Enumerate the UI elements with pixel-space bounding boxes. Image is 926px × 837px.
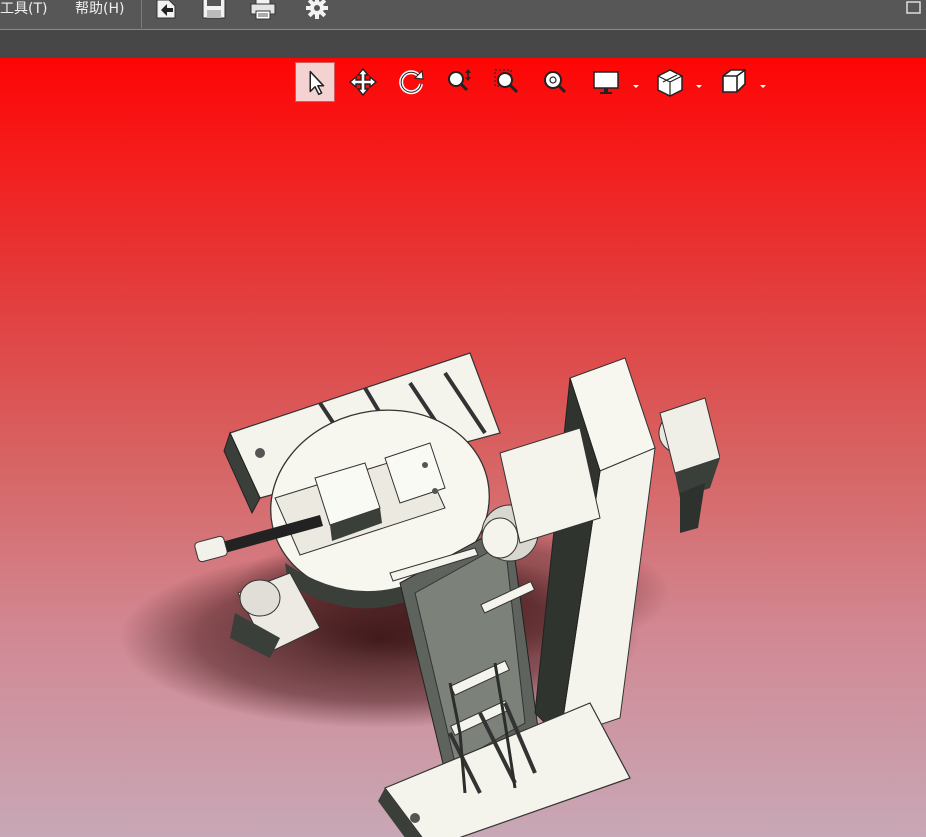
menu-toolbar-bar: 工具(T) 帮助(H) [0,0,926,29]
pan-move-icon[interactable] [343,62,383,102]
zoom-fit-icon[interactable] [535,62,575,102]
save-icon[interactable] [200,0,228,20]
menu-help[interactable]: 帮助(H) [75,0,124,20]
menu-tools[interactable]: 工具(T) [0,0,47,20]
settings-gear-icon[interactable] [303,0,331,20]
secondary-toolbar [0,29,926,58]
cad-viewer-window: 工具(T) 帮助(H) [0,0,926,837]
import-icon[interactable] [153,0,181,20]
view-orientation-cube-icon[interactable] [713,62,753,102]
select-arrow-icon[interactable] [295,62,335,102]
cad-assembly-model[interactable] [120,293,720,837]
section-view-dropdown-icon[interactable] [694,76,704,88]
section-view-icon[interactable] [650,62,690,102]
rotate-icon[interactable] [391,62,431,102]
display-mode-icon[interactable] [587,62,627,102]
3d-viewport[interactable] [0,58,926,837]
toolbar-separator [141,0,142,28]
view-orientation-dropdown-icon[interactable] [758,76,768,88]
print-icon[interactable] [249,0,277,20]
zoom-window-icon[interactable] [487,62,527,102]
zoom-dynamic-icon[interactable] [439,62,479,102]
display-mode-dropdown-icon[interactable] [631,76,641,88]
window-restore-button[interactable] [903,0,926,20]
